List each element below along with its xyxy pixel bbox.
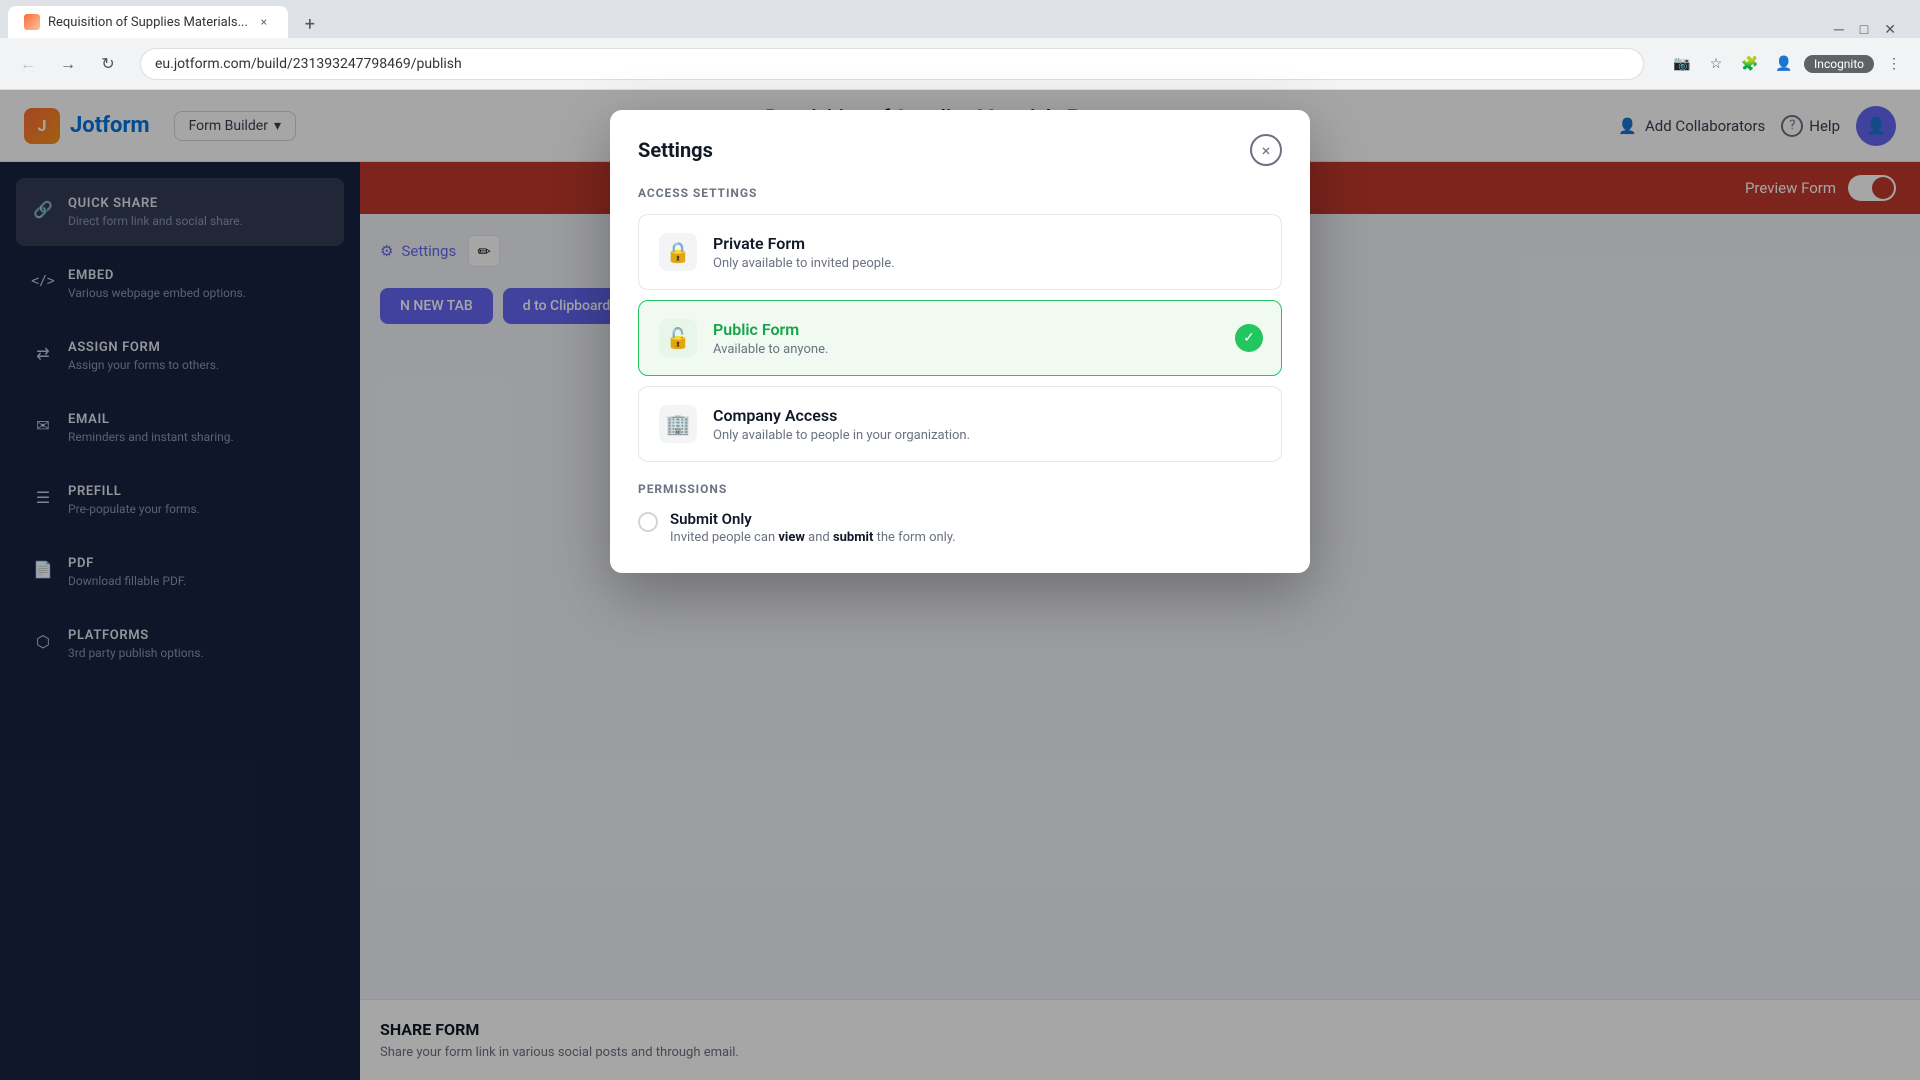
active-tab[interactable]: Requisition of Supplies Materials... × (8, 6, 288, 38)
settings-modal: Settings × ACCESS SETTINGS 🔒 Private For… (610, 110, 1310, 573)
selected-checkmark-icon: ✓ (1235, 324, 1263, 352)
back-button[interactable]: ← (12, 48, 44, 80)
public-form-icon: 🔓 (659, 319, 697, 357)
modal-overlay: Settings × ACCESS SETTINGS 🔒 Private For… (0, 90, 1920, 1080)
company-access-icon: 🏢 (659, 405, 697, 443)
private-form-title: Private Form (713, 234, 895, 253)
submit-only-view-bold: view (778, 530, 805, 545)
reload-button[interactable]: ↻ (92, 48, 124, 80)
app-container: J Jotform Form Builder ▾ Requisition of … (0, 90, 1920, 1080)
tab-close-button[interactable]: × (256, 14, 272, 30)
private-form-desc: Only available to invited people. (713, 256, 895, 271)
modal-title: Settings (638, 138, 713, 162)
close-icon: × (1262, 141, 1271, 160)
modal-header: Settings × (610, 110, 1310, 166)
company-access-title: Company Access (713, 406, 970, 425)
submit-only-desc-part1: Invited people can (670, 530, 778, 545)
submit-only-title: Submit Only (670, 510, 956, 528)
browser-controls: ← → ↻ eu.jotform.com/build/2313932477984… (0, 38, 1920, 90)
permissions-section: PERMISSIONS Submit Only Invited people c… (638, 482, 1282, 545)
bookmark-icon[interactable]: ☆ (1702, 50, 1730, 78)
window-close-button[interactable]: ✕ (1884, 22, 1896, 38)
company-access-desc: Only available to people in your organiz… (713, 428, 970, 443)
tab-bar: Requisition of Supplies Materials... × +… (0, 0, 1920, 38)
permissions-heading: PERMISSIONS (638, 482, 1282, 496)
company-access-option[interactable]: 🏢 Company Access Only available to peopl… (638, 386, 1282, 462)
submit-only-and: and (805, 530, 833, 545)
restore-button[interactable]: □ (1860, 21, 1868, 38)
camera-off-icon: 📷 (1668, 50, 1696, 78)
tab-title: Requisition of Supplies Materials... (48, 15, 248, 30)
private-form-option[interactable]: 🔒 Private Form Only available to invited… (638, 214, 1282, 290)
new-tab-button[interactable]: + (296, 10, 324, 38)
public-form-title: Public Form (713, 320, 828, 339)
browser-chrome: Requisition of Supplies Materials... × +… (0, 0, 1920, 90)
profile-icon[interactable]: 👤 (1770, 50, 1798, 78)
url-text: eu.jotform.com/build/231393247798469/pub… (155, 56, 462, 72)
submit-only-option[interactable]: Submit Only Invited people can view and … (638, 510, 1282, 545)
public-form-option[interactable]: 🔓 Public Form Available to anyone. ✓ (638, 300, 1282, 376)
modal-close-button[interactable]: × (1250, 134, 1282, 166)
submit-only-desc-part2: the form only. (873, 530, 955, 545)
submit-only-radio[interactable] (638, 512, 658, 532)
more-options-icon[interactable]: ⋮ (1880, 50, 1908, 78)
address-bar[interactable]: eu.jotform.com/build/231393247798469/pub… (140, 48, 1644, 80)
forward-button[interactable]: → (52, 48, 84, 80)
incognito-badge: Incognito (1804, 55, 1874, 73)
submit-only-submit-bold: submit (833, 530, 873, 545)
access-section-heading: ACCESS SETTINGS (638, 186, 1282, 200)
minimize-button[interactable]: ─ (1834, 21, 1844, 38)
tab-favicon (24, 14, 40, 30)
public-form-desc: Available to anyone. (713, 342, 828, 357)
extension-icon[interactable]: 🧩 (1736, 50, 1764, 78)
modal-body: ACCESS SETTINGS 🔒 Private Form Only avai… (610, 166, 1310, 573)
submit-only-desc: Invited people can view and submit the f… (670, 530, 956, 545)
private-form-icon: 🔒 (659, 233, 697, 271)
browser-actions: 📷 ☆ 🧩 👤 Incognito ⋮ (1668, 50, 1908, 78)
